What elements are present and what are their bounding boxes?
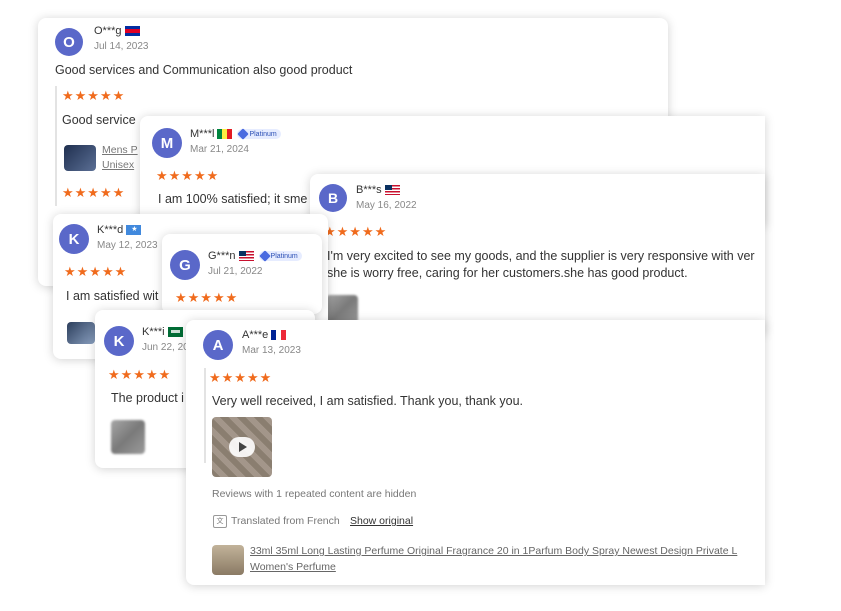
reviewer-name-text: O***g (94, 25, 122, 37)
reviewer-name: O***g (94, 25, 140, 37)
review-date: Jul 21, 2022 (208, 266, 263, 277)
avatar: K (104, 326, 134, 356)
reviewer-name: A***e (242, 329, 287, 341)
review-text: I am satisfied wit (66, 289, 159, 303)
review-text: Good services and Communication also goo… (55, 63, 353, 77)
reviewer-name-text: M***l (190, 128, 215, 140)
rating-stars: ★★★★★ (62, 88, 126, 103)
avatar-initial: A (212, 336, 224, 354)
product-link-line2[interactable]: Unisex (102, 159, 134, 171)
rating-stars: ★★★★★ (62, 185, 126, 200)
flag-icon (124, 26, 140, 36)
product-link-line2[interactable]: Women's Perfume (250, 561, 336, 573)
hidden-reviews-note: Reviews with 1 repeated content are hidd… (212, 488, 417, 500)
avatar: K (59, 224, 89, 254)
reviewer-name: K***i (142, 326, 183, 338)
avatar-initial: G (179, 256, 191, 274)
followup-divider (55, 86, 57, 206)
flag-icon (238, 251, 254, 261)
avatar-initial: B (327, 190, 339, 206)
reviewer-name-text: K***d (97, 224, 124, 236)
rating-stars: ★★★★★ (324, 224, 388, 239)
reviewer-name: K***d ★ (97, 224, 142, 236)
reviewer-name: B***s (356, 184, 400, 196)
reviewer-name: G***n Platinum (208, 250, 302, 262)
product-link[interactable]: 33ml 35ml Long Lasting Perfume Original … (250, 545, 737, 557)
review-date: Jun 22, 20 (142, 342, 189, 353)
rating-stars: ★★★★★ (64, 264, 128, 279)
product-thumbnail[interactable] (64, 145, 96, 171)
avatar: G (170, 250, 200, 280)
flag-icon (167, 327, 183, 337)
translate-icon: 文 (213, 515, 227, 528)
review-date: May 12, 2023 (97, 240, 158, 251)
reviewer-name-text: G***n (208, 250, 236, 262)
diamond-icon (237, 128, 250, 140)
avatar-initial: M (160, 134, 174, 152)
product-thumbnail[interactable] (67, 322, 95, 344)
rating-stars: ★★★★★ (108, 367, 172, 382)
review-date: Mar 13, 2023 (242, 345, 301, 356)
avatar-initial: O (63, 33, 75, 51)
review-date: Jul 14, 2023 (94, 41, 149, 52)
rating-stars: ★★★★★ (175, 290, 239, 305)
flag-icon (271, 330, 287, 340)
review-card: G G***n Platinum Jul 21, 2022 ★★★★★ (162, 234, 322, 314)
review-date: Mar 21, 2024 (190, 144, 249, 155)
avatar: A (203, 330, 233, 360)
reviewer-name-text: A***e (242, 329, 269, 341)
badge-label: Platinum (270, 252, 298, 260)
badge-label: Platinum (249, 130, 277, 138)
reviewer-name-text: K***i (142, 326, 165, 338)
show-original-link[interactable]: Show original (350, 515, 413, 527)
diamond-icon (258, 250, 271, 262)
avatar-initial: K (68, 230, 80, 248)
avatar-initial: K (113, 332, 125, 350)
platinum-badge: Platinum (258, 250, 302, 262)
review-text: I am 100% satisfied; it sme (158, 192, 308, 206)
rating-stars: ★★★★★ (209, 370, 273, 385)
review-text: Very well received, I am satisfied. Than… (212, 394, 524, 408)
translated-label: Translated from French (231, 515, 340, 527)
flag-icon (384, 185, 400, 195)
followup-text: Good service (62, 113, 136, 127)
reviewer-name: M***l Platinum (190, 128, 281, 140)
flag-icon (217, 129, 233, 139)
review-video-thumbnail[interactable] (212, 417, 272, 477)
product-thumbnail[interactable] (212, 545, 244, 575)
review-card: B B***s May 16, 2022 ★★★★★ I'm very exci… (310, 174, 765, 334)
review-card: A A***e Mar 13, 2023 ★★★★★ Very well rec… (186, 320, 765, 585)
flag-icon: ★ (126, 225, 142, 235)
review-divider (204, 368, 206, 463)
avatar: O (55, 28, 83, 56)
review-photo[interactable] (111, 420, 145, 454)
product-link[interactable]: Mens P (102, 144, 138, 156)
review-date: May 16, 2022 (356, 200, 417, 211)
review-text: I'm very excited to see my goods, and th… (327, 249, 755, 263)
review-text: The product i (111, 391, 184, 405)
reviewer-name-text: B***s (356, 184, 382, 196)
review-text-line2: she is worry free, caring for her custom… (327, 266, 688, 280)
play-icon[interactable] (229, 437, 255, 457)
platinum-badge: Platinum (237, 128, 281, 140)
avatar: B (319, 184, 347, 212)
rating-stars: ★★★★★ (156, 168, 220, 183)
avatar: M (152, 128, 182, 158)
